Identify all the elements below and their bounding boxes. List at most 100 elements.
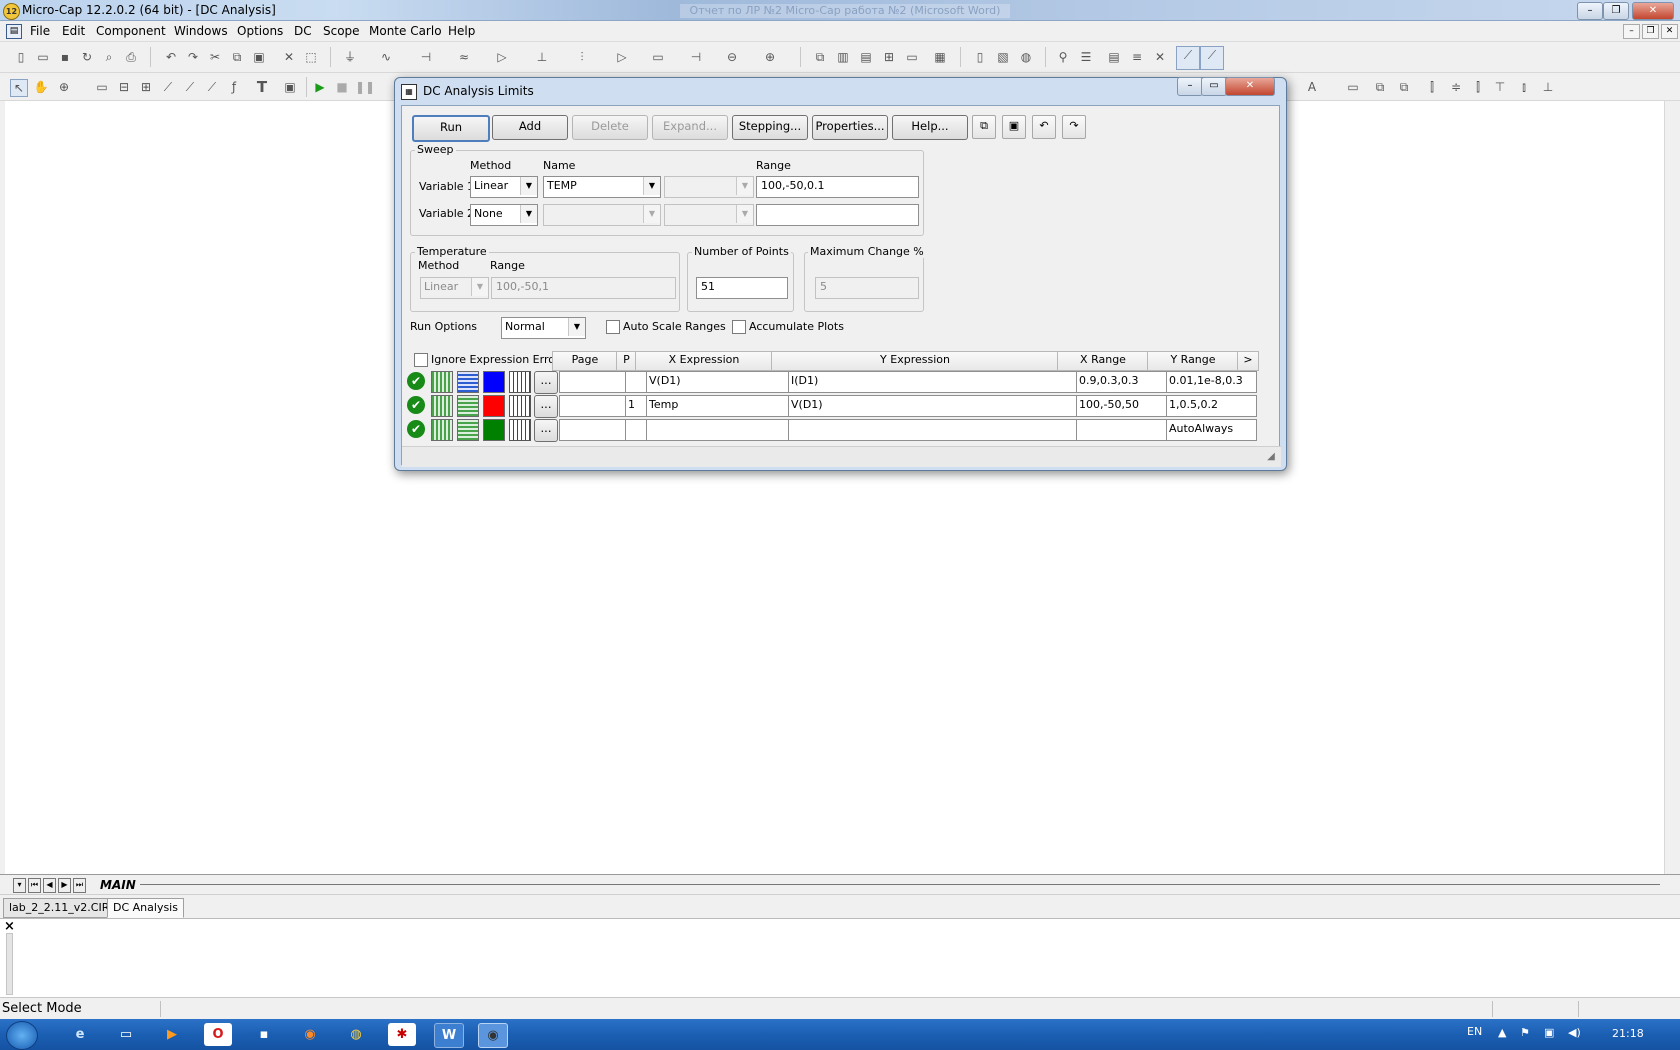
calculator-icon[interactable]: ▦ bbox=[932, 49, 948, 65]
help-button[interactable]: Help... bbox=[892, 115, 968, 140]
layer-back-icon[interactable]: ⧉ bbox=[1372, 79, 1388, 95]
temperature-range-field[interactable]: 100,-50,1 bbox=[491, 277, 676, 299]
reload-icon[interactable]: ↻ bbox=[79, 49, 95, 65]
list-icon[interactable]: ☰ bbox=[1078, 49, 1094, 65]
macro-icon[interactable]: ▭ bbox=[650, 49, 666, 65]
plot-toggle-icon[interactable]: ⟋ bbox=[1200, 46, 1224, 70]
align-left-icon[interactable]: ⫿ bbox=[1424, 79, 1440, 95]
red-app-icon[interactable]: ✱ bbox=[388, 1023, 416, 1046]
copy-icon[interactable]: ⧉ bbox=[972, 115, 996, 139]
redo-icon[interactable]: ↷ bbox=[185, 49, 201, 65]
select-all-icon[interactable]: ⬚ bbox=[303, 49, 319, 65]
zoom-icon[interactable]: ⊕ bbox=[56, 79, 72, 95]
vertical-grid-icon[interactable] bbox=[431, 395, 453, 417]
sheet-tab-main[interactable]: MAIN bbox=[100, 878, 136, 892]
menu-scope[interactable]: Scope bbox=[323, 24, 360, 38]
row-x-range-field[interactable]: 0.9,0.3,0.3 bbox=[1076, 371, 1167, 393]
language-indicator[interactable]: EN bbox=[1467, 1025, 1482, 1038]
minimize-button[interactable]: – bbox=[1577, 2, 1603, 20]
properties-button[interactable]: Properties... bbox=[812, 115, 888, 140]
run-options-select[interactable]: Normal ▼ bbox=[501, 317, 586, 339]
row-x-range-field[interactable] bbox=[1076, 419, 1167, 441]
number-of-points-field[interactable]: 51 bbox=[696, 277, 788, 299]
row-x-range-field[interactable]: 100,-50,50 bbox=[1076, 395, 1167, 417]
horizontal-grid-icon[interactable] bbox=[457, 371, 479, 393]
menu-monte-carlo[interactable]: Monte Carlo bbox=[369, 24, 442, 38]
folder-icon[interactable]: ▭ bbox=[112, 1023, 140, 1046]
current-source-icon[interactable]: ⊕ bbox=[762, 49, 778, 65]
micro-cap-taskbar-icon[interactable]: ◉ bbox=[478, 1023, 508, 1048]
tab-circuit-file[interactable]: lab_2_2.11_v2.CIR bbox=[3, 898, 116, 918]
peak-icon[interactable]: ⟋ bbox=[204, 79, 220, 95]
variable1-sub-select[interactable]: ▼ bbox=[664, 176, 754, 198]
probe-icon[interactable]: ⚲ bbox=[1055, 49, 1071, 65]
row-options-button[interactable]: ... bbox=[534, 371, 558, 394]
mdi-minimize-button[interactable]: – bbox=[1623, 24, 1640, 39]
component-panel-icon[interactable]: ▯ bbox=[972, 49, 988, 65]
row-y-expression-field[interactable]: I(D1) bbox=[788, 371, 1077, 393]
mdi-restore-button[interactable]: ❐ bbox=[1642, 24, 1659, 39]
maximum-change-field[interactable]: 5 bbox=[815, 277, 919, 299]
ignore-errors-checkbox[interactable] bbox=[414, 353, 428, 367]
network-icon[interactable]: ▣ bbox=[1544, 1026, 1554, 1039]
dialog-horizontal-scrollbar[interactable] bbox=[402, 446, 1281, 467]
function-icon[interactable]: ƒ bbox=[226, 79, 242, 95]
variable2-method-select[interactable]: None ▼ bbox=[470, 204, 538, 226]
split-icon[interactable]: ⊞ bbox=[881, 49, 897, 65]
scale-icon[interactable]: ▭ bbox=[94, 79, 110, 95]
paste-icon[interactable]: ▣ bbox=[1002, 115, 1026, 139]
align-right-icon[interactable]: ⫿ bbox=[1470, 79, 1486, 95]
menu-options[interactable]: Options bbox=[237, 24, 283, 38]
parts-icon[interactable]: ▧ bbox=[995, 49, 1011, 65]
media-player-icon[interactable]: ▶ bbox=[158, 1023, 186, 1046]
cascade-icon[interactable]: ⧉ bbox=[812, 49, 828, 65]
menu-edit[interactable]: Edit bbox=[62, 24, 85, 38]
save-icon[interactable]: ▪ bbox=[57, 49, 73, 65]
row-x-expression-field[interactable] bbox=[646, 419, 789, 441]
run-button[interactable]: Run bbox=[412, 115, 490, 142]
curve-color-swatch[interactable] bbox=[483, 419, 505, 441]
group-icon[interactable]: ⧉ bbox=[1396, 79, 1412, 95]
sheet-prev-icon[interactable]: ◀ bbox=[43, 878, 56, 893]
opamp-icon[interactable]: ▷ bbox=[614, 49, 630, 65]
mdi-close-button[interactable]: ✕ bbox=[1661, 24, 1678, 39]
wire-icon[interactable]: ∿ bbox=[378, 49, 394, 65]
start-button[interactable] bbox=[6, 1021, 38, 1050]
row-options-button[interactable]: ... bbox=[534, 395, 558, 418]
row-y-expression-field[interactable] bbox=[788, 419, 1077, 441]
paste-icon[interactable]: ▣ bbox=[251, 49, 267, 65]
flag-icon[interactable]: ⚑ bbox=[1520, 1026, 1530, 1039]
row-enabled-icon[interactable]: ✔ bbox=[407, 372, 425, 390]
variable1-range-field[interactable]: 100,-50,0.1 bbox=[756, 176, 919, 198]
variable1-name-select[interactable]: TEMP ▼ bbox=[543, 176, 661, 198]
output-close-icon[interactable]: × bbox=[4, 919, 15, 934]
row-y-expression-field[interactable]: V(D1) bbox=[788, 395, 1077, 417]
capacitor-icon[interactable]: ⊣ bbox=[418, 49, 434, 65]
mosfet-icon[interactable]: ⫶ bbox=[574, 49, 590, 65]
source-icon[interactable]: ⊖ bbox=[724, 49, 740, 65]
transistor-icon[interactable]: ⊥ bbox=[534, 49, 550, 65]
table-icon[interactable] bbox=[509, 371, 531, 393]
row-p-field[interactable] bbox=[625, 419, 647, 441]
tools-icon[interactable]: ✕ bbox=[1152, 49, 1168, 65]
vertical-grid-icon[interactable] bbox=[431, 419, 453, 441]
dialog-minimize-button[interactable]: – bbox=[1177, 77, 1203, 96]
stop-icon[interactable]: ■ bbox=[334, 79, 350, 95]
tab-dc-analysis[interactable]: DC Analysis bbox=[107, 898, 184, 918]
expand-button[interactable]: Expand... bbox=[652, 115, 728, 140]
sheet-next-icon[interactable]: ▶ bbox=[58, 878, 71, 893]
stepping-button[interactable]: Stepping... bbox=[732, 115, 808, 140]
analysis-icon[interactable]: ▤ bbox=[1106, 49, 1122, 65]
delete-button[interactable]: Delete bbox=[572, 115, 648, 140]
pause-icon[interactable]: ❚❚ bbox=[355, 79, 375, 95]
row-enabled-icon[interactable]: ✔ bbox=[407, 420, 425, 438]
clear-icon[interactable]: ✕ bbox=[281, 49, 297, 65]
maximize-button[interactable]: ❐ bbox=[1603, 2, 1629, 20]
firefox-icon[interactable]: ◉ bbox=[296, 1023, 324, 1046]
tray-expand-icon[interactable]: ▲ bbox=[1498, 1026, 1506, 1039]
more-columns-button[interactable]: > bbox=[1237, 351, 1259, 371]
diode-icon[interactable]: ▷ bbox=[494, 49, 510, 65]
align-center-icon[interactable]: ≑ bbox=[1448, 79, 1464, 95]
variable2-name-select[interactable]: ▼ bbox=[543, 204, 661, 226]
menu-dc[interactable]: DC bbox=[294, 24, 312, 38]
